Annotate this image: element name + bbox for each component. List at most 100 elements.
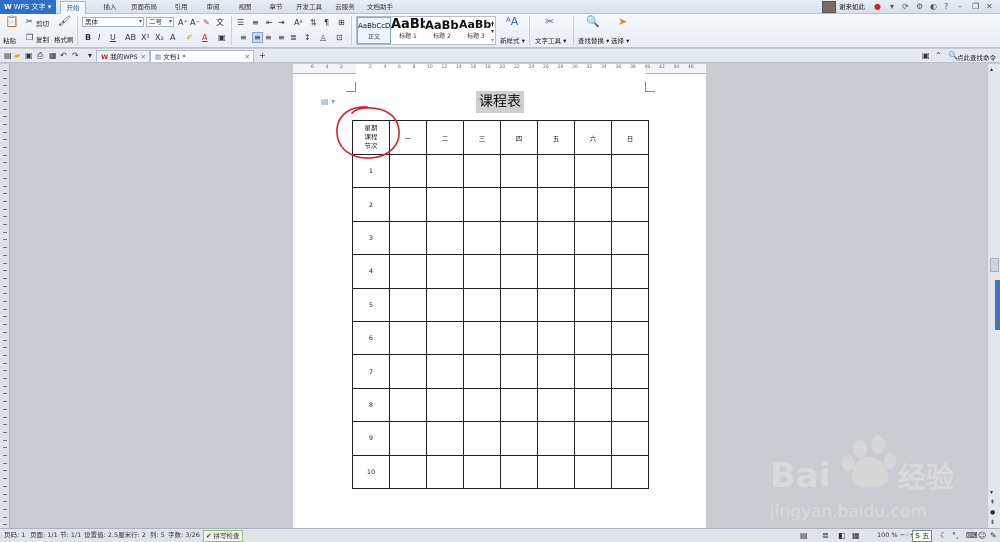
- spell-check-toggle[interactable]: ✔ 拼写检查: [203, 530, 243, 542]
- style-item-1[interactable]: AaBbCcDd 正文: [357, 17, 391, 44]
- schedule-cell[interactable]: [426, 220, 464, 256]
- text-tools-button[interactable]: 文字工具 ▾: [535, 35, 566, 45]
- schedule-cell[interactable]: [574, 421, 612, 456]
- close-tab-icon[interactable]: ✕: [245, 51, 250, 63]
- new-style-button[interactable]: 新样式 ▾: [500, 35, 525, 45]
- status-section[interactable]: 节: 1/1: [60, 529, 81, 542]
- text-direction-icon[interactable]: Aᵃ: [294, 18, 303, 27]
- schedule-cell[interactable]: [426, 287, 464, 322]
- document-title[interactable]: 课程表: [476, 91, 524, 113]
- paste-button[interactable]: 粘贴: [3, 35, 16, 45]
- help-icon[interactable]: ?: [944, 0, 948, 14]
- select-icon[interactable]: ➤: [618, 16, 627, 27]
- status-col[interactable]: 列: 5: [150, 529, 165, 542]
- schedule-cell[interactable]: [463, 454, 501, 489]
- schedule-cell[interactable]: [574, 354, 612, 389]
- schedule-cell[interactable]: [574, 454, 612, 489]
- format-painter-icon[interactable]: 🖌: [58, 17, 71, 27]
- schedule-cell[interactable]: [611, 320, 649, 356]
- close-icon[interactable]: ✕: [986, 0, 993, 14]
- day-header-cell[interactable]: 二: [426, 120, 464, 155]
- find-replace-icon[interactable]: 🔍: [586, 16, 600, 27]
- schedule-cell[interactable]: [611, 454, 649, 489]
- menu-tab-2[interactable]: 插入: [96, 1, 124, 14]
- schedule-cell[interactable]: [426, 320, 464, 356]
- schedule-cell[interactable]: [500, 220, 538, 256]
- outline-view-icon[interactable]: ≣: [822, 529, 829, 542]
- schedule-cell[interactable]: [389, 387, 427, 423]
- save-icon[interactable]: ▣: [25, 51, 33, 60]
- prev-page-icon[interactable]: ⇞: [990, 498, 995, 507]
- period-cell[interactable]: 5: [352, 287, 390, 322]
- avatar[interactable]: [822, 1, 836, 13]
- close-tab-icon[interactable]: ✕: [141, 51, 146, 63]
- cut-icon[interactable]: ✂: [26, 17, 33, 26]
- schedule-cell[interactable]: [500, 287, 538, 322]
- schedule-cell[interactable]: [500, 387, 538, 423]
- schedule-cell[interactable]: [537, 421, 575, 456]
- schedule-cell[interactable]: [500, 354, 538, 389]
- paste-icon[interactable]: 📋: [5, 16, 19, 27]
- settings-icon[interactable]: ⚙: [916, 0, 923, 14]
- minimize-icon[interactable]: –: [958, 0, 962, 14]
- comment-icon[interactable]: ▣: [922, 51, 930, 60]
- undo-icon[interactable]: ↶: [60, 51, 67, 60]
- schedule-cell[interactable]: [537, 220, 575, 256]
- day-header-cell[interactable]: 四: [500, 120, 538, 155]
- command-search[interactable]: 点此查找命令: [957, 52, 996, 62]
- underline-icon[interactable]: U: [110, 33, 116, 42]
- header-corner-cell[interactable]: 星期 课程 节次: [352, 120, 390, 155]
- notification-icon[interactable]: ●: [874, 0, 881, 14]
- text-tools-icon[interactable]: ✂: [545, 16, 554, 27]
- schedule-cell[interactable]: [500, 421, 538, 456]
- schedule-cell[interactable]: [574, 254, 612, 289]
- schedule-cell[interactable]: [500, 187, 538, 222]
- web-view-icon[interactable]: ◧: [838, 529, 846, 542]
- line-spacing-icon[interactable]: ↕: [304, 33, 311, 42]
- status-position[interactable]: 设置值: 2.5厘米: [84, 529, 131, 542]
- schedule-cell[interactable]: [426, 153, 464, 189]
- day-header-cell[interactable]: 日: [611, 120, 649, 155]
- highlight-icon[interactable]: A: [170, 33, 175, 42]
- increase-indent-icon[interactable]: ⇥: [278, 18, 285, 27]
- schedule-cell[interactable]: [426, 254, 464, 289]
- grow-font-icon[interactable]: A⁺: [178, 18, 188, 27]
- menu-tab-9[interactable]: 云服务: [332, 1, 358, 14]
- align-right-icon[interactable]: ≡: [265, 33, 272, 42]
- style-item-2[interactable]: AaBb 标题 1: [391, 17, 425, 44]
- schedule-cell[interactable]: [426, 387, 464, 423]
- schedule-cell[interactable]: [611, 354, 649, 389]
- schedule-cell[interactable]: [537, 153, 575, 189]
- superscript-icon[interactable]: X²: [141, 33, 150, 42]
- schedule-cell[interactable]: [574, 187, 612, 222]
- app-menu-button[interactable]: W WPS 文字 ▾: [0, 0, 56, 14]
- clear-format-icon[interactable]: ✎: [203, 18, 210, 27]
- tab-document1[interactable]: ▤ 文档1 * ✕: [150, 50, 254, 62]
- gallery-up-icon[interactable]: ▴: [491, 18, 494, 27]
- next-page-icon[interactable]: ⇟: [990, 518, 995, 527]
- char-border-icon[interactable]: ▣: [218, 33, 226, 42]
- schedule-cell[interactable]: [389, 187, 427, 222]
- select-button[interactable]: 选择 ▾: [611, 35, 629, 45]
- schedule-cell[interactable]: [537, 187, 575, 222]
- schedule-cell[interactable]: [426, 354, 464, 389]
- italic-icon[interactable]: I: [98, 33, 100, 42]
- schedule-cell[interactable]: [389, 287, 427, 322]
- menu-tab-3[interactable]: 页面布局: [126, 1, 162, 14]
- open-icon[interactable]: ▰: [14, 51, 20, 60]
- bold-icon[interactable]: B: [85, 33, 91, 42]
- align-center-icon[interactable]: ≡: [252, 32, 263, 43]
- schedule-cell[interactable]: [463, 153, 501, 189]
- text-highlight-icon[interactable]: ✐: [186, 33, 193, 42]
- copy-icon[interactable]: ❐: [26, 33, 33, 42]
- scroll-up-icon[interactable]: ▴: [990, 65, 993, 74]
- phonetic-icon[interactable]: 文: [216, 18, 224, 27]
- zoom-level[interactable]: 100 %: [877, 529, 898, 542]
- schedule-cell[interactable]: [537, 354, 575, 389]
- menu-tab-1[interactable]: 开始: [60, 1, 86, 14]
- status-page[interactable]: 页码: 1: [4, 529, 25, 542]
- period-cell[interactable]: 4: [352, 254, 390, 289]
- toggle-ribbon-icon[interactable]: ⌃: [935, 51, 942, 60]
- schedule-cell[interactable]: [389, 421, 427, 456]
- schedule-cell[interactable]: [500, 153, 538, 189]
